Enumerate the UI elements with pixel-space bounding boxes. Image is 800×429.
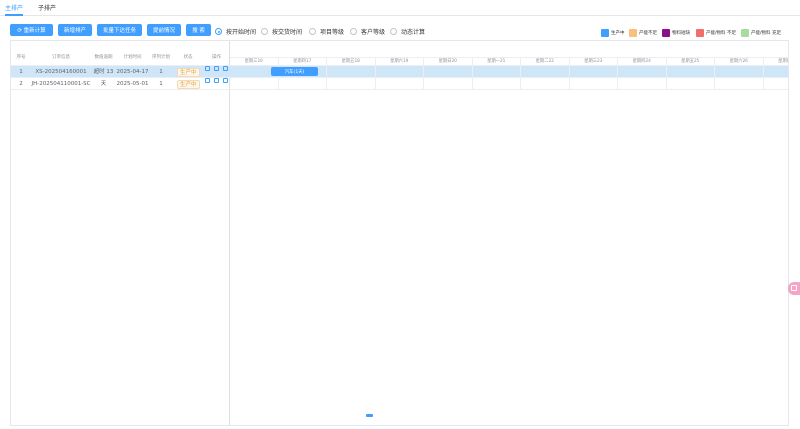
- gantt-task-bar[interactable]: 汽车(1天): [271, 67, 318, 76]
- radio-icon: [350, 28, 357, 35]
- batch-dispatch-button[interactable]: 批量下达任务: [97, 24, 142, 36]
- search-button[interactable]: 搜 索: [186, 24, 211, 36]
- gantt-chart: 星期三16 星期四17 星期五18 星期六19 星期日20 星期一21 星期二22 星期三23…: [230, 41, 788, 425]
- legend-capacity-material-sufficient: 产能/物料 充足: [741, 29, 781, 37]
- edit-icon[interactable]: [205, 66, 210, 71]
- gantt-grid-line: [714, 66, 715, 90]
- recalculate-button[interactable]: ⟳ 重新计算: [10, 24, 53, 36]
- legend-capacity-material-short: 产能/物料 不足: [696, 29, 736, 37]
- legend-capacity-short: 产能不足: [629, 29, 657, 37]
- row-index: 2: [19, 81, 23, 87]
- header-sequence: 序列计划: [152, 55, 170, 60]
- delete-icon[interactable]: [214, 66, 219, 71]
- tab-bar: 主排产 子排产: [0, 0, 800, 16]
- legend-label: 产能/物料 不足: [706, 31, 736, 36]
- advance-status-button[interactable]: 提前情况: [147, 24, 181, 36]
- schedule-panel: 序号 订单信息 数值逾期 计划时间 序列计划 状态 操作 1 XS-202504…: [10, 40, 789, 426]
- gantt-day-label: 星期四24: [618, 58, 667, 66]
- sort-option-label: 项目等级: [320, 29, 345, 36]
- status-badge: 生产中: [177, 68, 200, 77]
- gantt-day-label: 星期日27: [764, 58, 788, 66]
- edit-icon[interactable]: [205, 78, 210, 83]
- legend-label: 产能不足: [639, 31, 657, 36]
- row-sequence: 1: [159, 69, 163, 75]
- sort-option-label: 按开始时间: [226, 29, 257, 36]
- legend-swatch: [629, 29, 637, 37]
- header-index: 序号: [16, 55, 26, 60]
- gantt-grid-line: [617, 66, 618, 90]
- sort-by-project-level[interactable]: 项目等级: [309, 27, 344, 36]
- gantt-grid-line: [762, 66, 764, 90]
- sort-by-customer-level[interactable]: 客户等级: [350, 27, 385, 36]
- row-overdue: -: [102, 81, 105, 87]
- gantt-row: [230, 78, 788, 90]
- row-plan-date: 2025-04-17: [116, 69, 149, 75]
- gantt-day-label: 星期一21: [473, 58, 521, 66]
- gantt-grid-line: [423, 66, 424, 90]
- sort-by-start-time[interactable]: 按开始时间: [215, 27, 256, 36]
- header-actions: 操作: [212, 55, 221, 60]
- add-schedule-button[interactable]: 新增排产: [58, 24, 92, 36]
- table-row[interactable]: 1 XS-202504160001 超时 13 天 2025-04-17 1 生…: [11, 66, 230, 87]
- sort-option-label: 动态计算: [401, 29, 426, 36]
- header-overdue: 数值逾期: [94, 55, 113, 60]
- sort-option-label: 客户等级: [361, 29, 386, 36]
- legend-label: 生产中: [611, 31, 625, 36]
- legend-swatch: [601, 29, 609, 37]
- gantt-grid-line: [665, 66, 667, 90]
- radio-icon: [390, 28, 397, 35]
- header-order-info: 订单信息: [52, 55, 70, 60]
- row-plan-date: 2025-05-01: [116, 81, 149, 87]
- legend-swatch: [662, 29, 670, 37]
- status-badge: 生产中: [177, 80, 200, 89]
- row-order-no: XS-202504160001: [35, 69, 87, 75]
- gantt-day-label: 星期日20: [424, 58, 473, 66]
- table-header: 序号 订单信息 数值逾期 计划时间 序列计划 状态 操作: [11, 49, 230, 66]
- gantt-grid-line: [374, 66, 376, 90]
- gantt-day-label: 星期四17: [279, 58, 327, 66]
- legend-swatch: [741, 29, 749, 37]
- dynamic-calculation[interactable]: 动态计算: [390, 27, 425, 36]
- gantt-day-label: 星期五25: [667, 58, 715, 66]
- delete-icon[interactable]: [214, 78, 219, 83]
- gantt-day-label: 星期二22: [521, 58, 570, 66]
- header-status: 状态: [183, 55, 193, 60]
- legend-label: 产能/物料 充足: [751, 31, 781, 36]
- horizontal-scroll-indicator[interactable]: [366, 414, 373, 417]
- order-table: 序号 订单信息 数值逾期 计划时间 序列计划 状态 操作 1 XS-202504…: [11, 41, 230, 425]
- gantt-grid-line: [326, 66, 327, 90]
- tab-main-schedule[interactable]: 主排产: [5, 3, 23, 12]
- floating-panel-button[interactable]: [788, 282, 800, 295]
- table-row[interactable]: 2 JH-202504110001-SC - 2025-05-01 1 生产中: [11, 78, 230, 90]
- legend-swatch: [696, 29, 704, 37]
- row-order-no: JH-202504110001-SC: [31, 81, 91, 87]
- gantt-day-label: 星期六19: [376, 58, 424, 66]
- gantt-header-top: [230, 49, 788, 58]
- row-sequence: 1: [159, 81, 163, 87]
- gantt-day-label: 星期三23: [570, 58, 618, 66]
- sort-option-label: 按交货时间: [272, 29, 303, 36]
- gantt-grid-line: [520, 66, 521, 90]
- sort-by-delivery-time[interactable]: 按交货时间: [261, 27, 302, 36]
- header-plan-time: 计划时间: [123, 55, 142, 60]
- gantt-day-label: 星期六26: [715, 58, 764, 66]
- gantt-day-label: 星期三16: [230, 58, 279, 66]
- gantt-day-label: 星期五18: [327, 58, 376, 66]
- legend-material-short: 物料短缺: [662, 29, 690, 37]
- dispatch-icon[interactable]: [223, 78, 228, 83]
- gantt-grid-line: [471, 66, 473, 90]
- gantt-grid-line: [568, 66, 570, 90]
- legend-in-production: 生产中: [601, 29, 625, 37]
- radio-icon: [261, 28, 268, 35]
- gantt-day-header: 星期三16 星期四17 星期五18 星期六19 星期日20 星期一21 星期二22 星期三23…: [230, 58, 788, 66]
- legend-label: 物料短缺: [672, 31, 690, 36]
- radio-checked-icon: [215, 28, 222, 35]
- row-index: 1: [19, 69, 23, 75]
- window-icon: [791, 285, 797, 291]
- dispatch-icon[interactable]: [223, 66, 228, 71]
- tab-sub-schedule[interactable]: 子排产: [38, 3, 56, 12]
- active-tab-indicator: [5, 14, 23, 16]
- radio-icon: [309, 28, 316, 35]
